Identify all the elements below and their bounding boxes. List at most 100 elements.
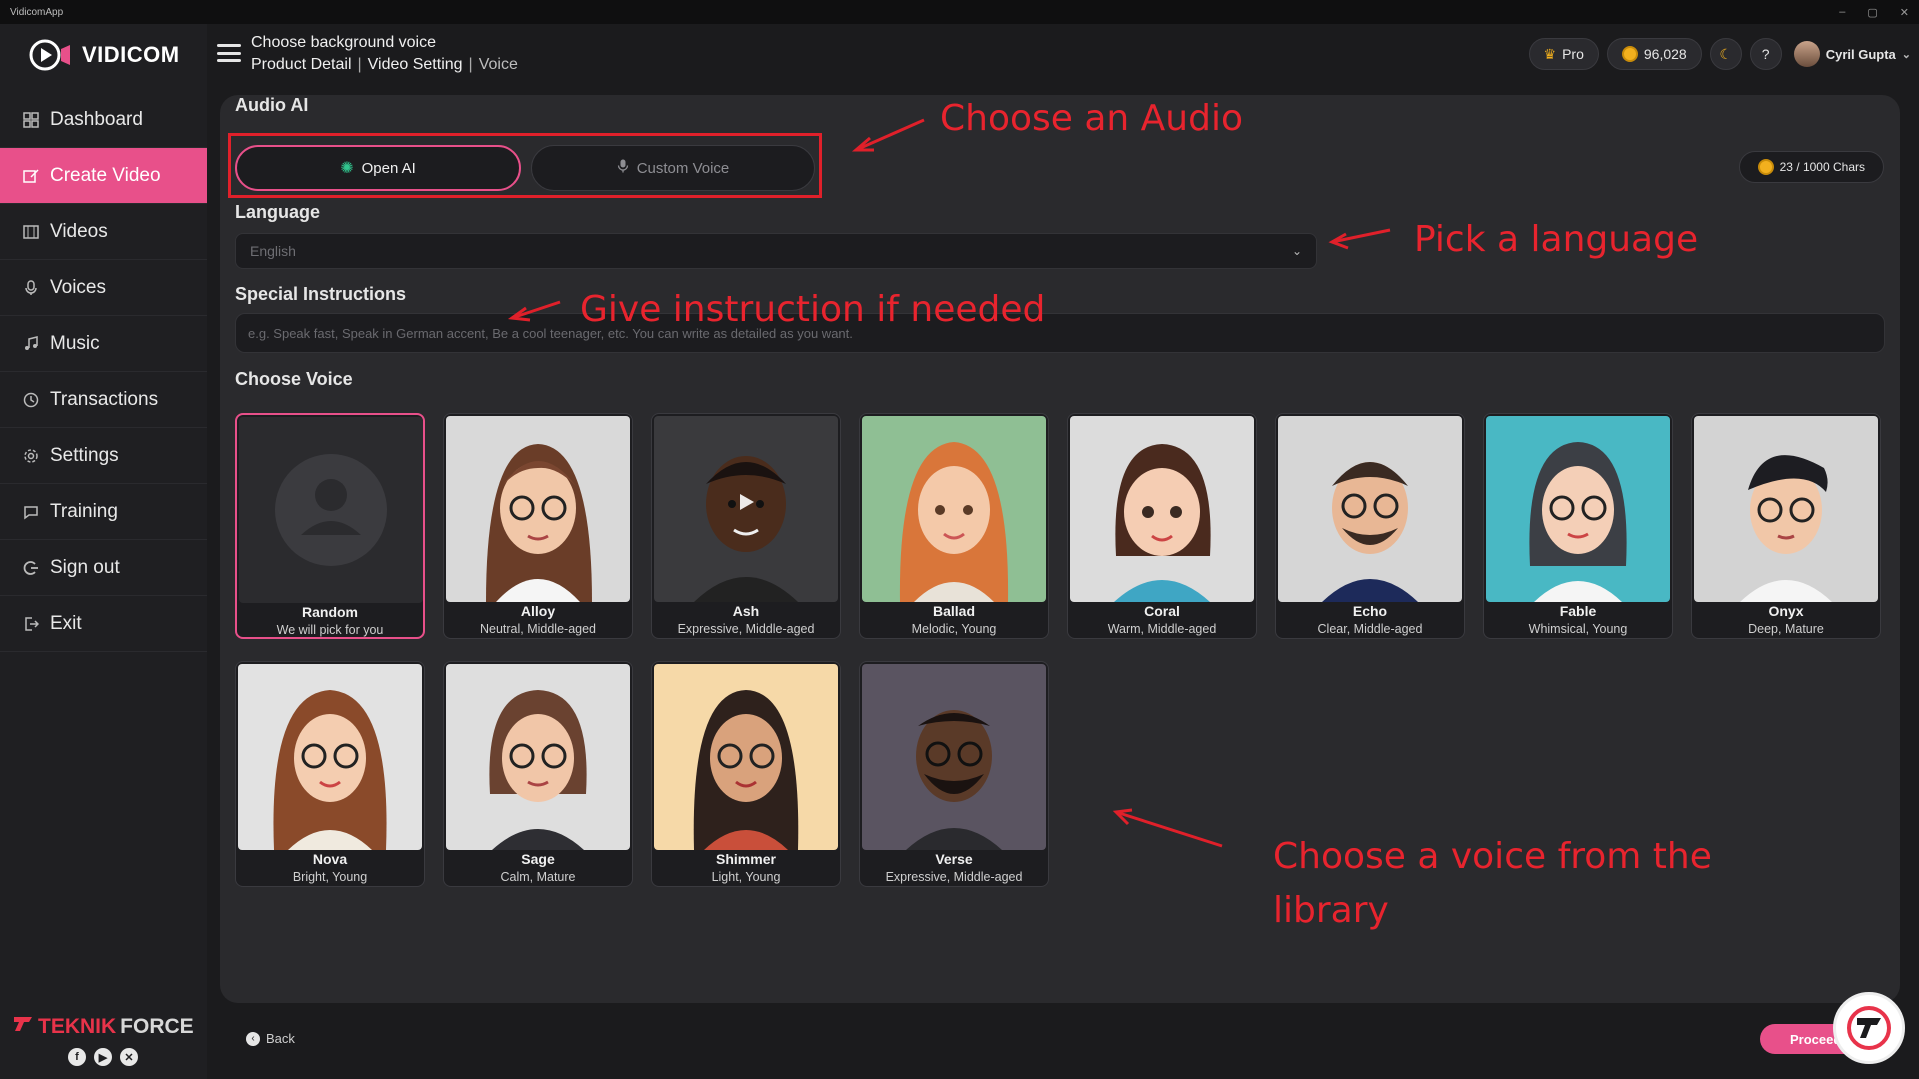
teknikforce-logo[interactable]: TEKNIK FORCE xyxy=(12,1014,202,1040)
voice-card-random[interactable]: Random We will pick for you xyxy=(235,413,425,639)
voice-name: Fable xyxy=(1559,603,1597,619)
voice-avatar xyxy=(1070,416,1254,602)
gear-icon xyxy=(22,447,40,465)
edit-icon xyxy=(22,167,40,185)
minimize-button[interactable]: – xyxy=(1839,6,1845,18)
crown-icon: ♛ xyxy=(1543,45,1557,62)
plan-label: Pro xyxy=(1562,46,1584,62)
app-logo[interactable]: VIDICOM xyxy=(28,38,180,72)
voice-description: Calm, Mature xyxy=(500,870,576,884)
teknikforce-logo-icon xyxy=(12,1014,34,1040)
chevron-down-icon: ⌄ xyxy=(1901,48,1911,61)
voice-description: Light, Young xyxy=(711,870,781,884)
window-controls: – ▢ ✕ xyxy=(1839,0,1909,24)
voice-card-ash[interactable]: Ash Expressive, Middle-aged xyxy=(651,413,841,639)
voice-description: Expressive, Middle-aged xyxy=(885,870,1023,884)
voice-card-fable[interactable]: Fable Whimsical, Young xyxy=(1483,413,1673,639)
voice-avatar xyxy=(1278,416,1462,602)
voice-description: Whimsical, Young xyxy=(1528,622,1628,636)
voice-name: Onyx xyxy=(1768,603,1804,619)
history-icon xyxy=(22,391,40,409)
special-instructions-input[interactable] xyxy=(235,313,1885,353)
grid-icon xyxy=(22,111,40,129)
help-button[interactable]: ? xyxy=(1749,38,1782,70)
coin-icon xyxy=(1757,159,1774,175)
plan-badge[interactable]: ♛ Pro xyxy=(1528,38,1599,70)
window-title: VidicomApp xyxy=(10,6,64,18)
voice-card-alloy[interactable]: Alloy Neutral, Middle-aged xyxy=(443,413,633,639)
sidebar-item-label: Create Video xyxy=(50,164,161,186)
brand-part-2: FORCE xyxy=(120,1015,194,1038)
voice-name: Nova xyxy=(312,851,348,867)
voice-name: Ash xyxy=(732,603,760,619)
sidebar-item-voices[interactable]: Voices xyxy=(0,260,207,316)
music-icon xyxy=(22,335,40,353)
sidebar-item-transactions[interactable]: Transactions xyxy=(0,372,207,428)
annotation-choose-voice-line2: library xyxy=(1273,890,1389,931)
breadcrumb: Product Detail | Video Setting | Voice xyxy=(251,56,518,74)
voice-description: Melodic, Young xyxy=(911,622,997,636)
top-header: Choose background voice Product Detail |… xyxy=(207,24,1919,86)
voice-name: Random xyxy=(302,604,358,620)
voice-card-shimmer[interactable]: Shimmer Light, Young xyxy=(651,661,841,887)
audio-highlight-box xyxy=(228,133,822,198)
breadcrumb-item[interactable]: Product Detail xyxy=(251,56,352,74)
close-button[interactable]: ✕ xyxy=(1900,6,1909,19)
sidebar-item-label: Dashboard xyxy=(50,108,143,130)
sidebar-item-settings[interactable]: Settings xyxy=(0,428,207,484)
teknikforce-brand: TEKNIK FORCE f ▶ ✕ xyxy=(12,1014,202,1066)
facebook-icon[interactable]: f xyxy=(68,1048,86,1066)
sidebar-item-sign-out[interactable]: Sign out xyxy=(0,540,207,596)
language-select[interactable]: English ⌄ xyxy=(235,233,1317,269)
maximize-button[interactable]: ▢ xyxy=(1867,6,1877,19)
special-instructions-label: Special Instructions xyxy=(235,284,407,304)
audio-ai-label: Audio AI xyxy=(235,95,309,115)
youtube-icon[interactable]: ▶ xyxy=(94,1048,112,1066)
hamburger-menu-icon[interactable] xyxy=(217,44,241,62)
avatar xyxy=(1793,41,1820,67)
header-actions: ♛ Pro 96,028 ☾ ? Cyril Gupta ⌄ xyxy=(1528,38,1911,70)
sidebar-item-label: Settings xyxy=(50,444,119,466)
chars-counter-badge: 23 / 1000 Chars xyxy=(1738,151,1884,183)
chars-counter: 23 / 1000 Chars xyxy=(1779,160,1865,174)
sidebar-item-create-video[interactable]: Create Video xyxy=(0,148,207,204)
voice-card-echo[interactable]: Echo Clear, Middle-aged xyxy=(1275,413,1465,639)
voice-description: Expressive, Middle-aged xyxy=(677,622,815,636)
credits-badge[interactable]: 96,028 xyxy=(1606,38,1702,70)
voice-avatar xyxy=(862,664,1046,850)
sidebar-item-label: Training xyxy=(50,500,118,522)
voice-card-nova[interactable]: Nova Bright, Young xyxy=(235,661,425,887)
teknikforce-badge-icon xyxy=(1833,992,1905,1064)
chevron-down-icon: ⌄ xyxy=(1291,244,1302,258)
voice-card-ballad[interactable]: Ballad Melodic, Young xyxy=(859,413,1049,639)
back-button[interactable]: ‹ Back xyxy=(246,1031,295,1046)
sidebar-item-exit[interactable]: Exit xyxy=(0,596,207,652)
voice-card-sage[interactable]: Sage Calm, Mature xyxy=(443,661,633,887)
page-title: Choose background voice xyxy=(251,34,437,51)
breadcrumb-item[interactable]: Video Setting xyxy=(368,56,463,74)
voice-card-coral[interactable]: Coral Warm, Middle-aged xyxy=(1067,413,1257,639)
sidebar-item-videos[interactable]: Videos xyxy=(0,204,207,260)
voice-card-onyx[interactable]: Onyx Deep, Mature xyxy=(1691,413,1881,639)
voice-card-verse[interactable]: Verse Expressive, Middle-aged xyxy=(859,661,1049,887)
film-icon xyxy=(22,223,40,241)
breadcrumb-separator: | xyxy=(357,56,362,73)
user-menu[interactable]: Cyril Gupta ⌄ xyxy=(1793,41,1911,67)
voice-name: Ballad xyxy=(932,603,975,619)
x-twitter-icon[interactable]: ✕ xyxy=(120,1048,138,1066)
voice-avatar xyxy=(654,416,838,602)
voice-description: Warm, Middle-aged xyxy=(1107,622,1217,636)
sidebar-item-music[interactable]: Music xyxy=(0,316,207,372)
voice-name: Verse xyxy=(935,851,973,867)
voice-name: Coral xyxy=(1144,603,1180,619)
sidebar-item-dashboard[interactable]: Dashboard xyxy=(0,92,207,148)
voice-description: We will pick for you xyxy=(276,623,384,637)
logout-icon xyxy=(22,559,40,577)
theme-toggle-button[interactable]: ☾ xyxy=(1709,38,1742,70)
back-label: Back xyxy=(266,1031,295,1046)
choose-voice-label: Choose Voice xyxy=(235,369,353,389)
voice-name: Shimmer xyxy=(716,851,776,867)
sidebar-item-training[interactable]: Training xyxy=(0,484,207,540)
coin-icon xyxy=(1621,46,1638,62)
voice-description: Deep, Mature xyxy=(1748,622,1824,636)
